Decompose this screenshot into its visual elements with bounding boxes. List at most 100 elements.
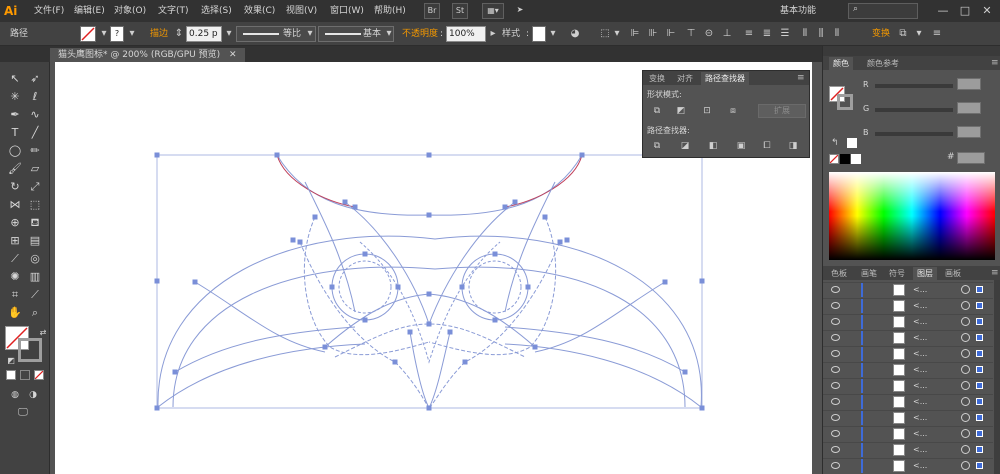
anchor-point[interactable] (274, 152, 280, 158)
align-right-icon[interactable]: ⊩ (664, 27, 678, 41)
tab-align[interactable]: 对齐 (673, 72, 697, 85)
stepper-icon[interactable]: ⇕ (172, 27, 186, 41)
anchor-point[interactable] (322, 344, 328, 350)
draw-behind-icon[interactable]: ◑ (24, 386, 42, 404)
chevron-down-icon[interactable]: ▾ (610, 27, 624, 41)
layer-row[interactable]: <... (823, 410, 993, 425)
target-circle-icon[interactable] (961, 445, 970, 454)
menu-type[interactable]: 文字(T) (158, 4, 189, 18)
screen-mode-icon[interactable]: 🖵 (14, 404, 32, 422)
visibility-eye-icon[interactable] (831, 286, 840, 293)
menu-window[interactable]: 窗口(W) (330, 4, 364, 18)
visibility-eye-icon[interactable] (831, 350, 840, 357)
menu-help[interactable]: 帮助(H) (374, 4, 406, 18)
anchor-point[interactable] (579, 152, 585, 158)
layer-row[interactable]: <... (823, 314, 993, 329)
scale-tool-icon[interactable]: ⤢ (26, 178, 44, 196)
selection-square-icon[interactable] (976, 398, 983, 405)
close-tab-icon[interactable]: ✕ (229, 50, 237, 60)
white-swatch[interactable] (851, 154, 861, 164)
isolate-group-icon[interactable]: ⧉ (896, 27, 910, 41)
eyedropper-tool-icon[interactable]: ⟋ (6, 250, 24, 268)
tab-transform[interactable]: 变换 (645, 72, 669, 85)
visibility-eye-icon[interactable] (831, 446, 840, 453)
chevron-down-icon[interactable]: ▾ (303, 27, 317, 41)
minus-front-icon[interactable]: ◩ (673, 104, 689, 118)
anchor-point[interactable] (502, 204, 508, 210)
web-safe-swatch[interactable] (847, 138, 857, 148)
curvature-tool-icon[interactable]: ∿ (26, 106, 44, 124)
line-tool-icon[interactable]: ╱ (26, 124, 44, 142)
lasso-tool-icon[interactable]: ℓ (26, 88, 44, 106)
free-transform-tool-icon[interactable]: ⬚ (26, 196, 44, 214)
visibility-eye-icon[interactable] (831, 302, 840, 309)
target-circle-icon[interactable] (961, 349, 970, 358)
align-bottom-icon[interactable]: ⊥ (720, 27, 734, 41)
layer-row[interactable]: <... (823, 282, 993, 297)
menu-file[interactable]: 文件(F) (34, 4, 64, 18)
visibility-eye-icon[interactable] (831, 414, 840, 421)
width-tool-icon[interactable]: ⋈ (6, 196, 24, 214)
tab-color[interactable]: 颜色 (829, 57, 853, 70)
anchor-point[interactable] (329, 284, 335, 290)
artboard-tool-icon[interactable]: ⌗ (6, 286, 24, 304)
color-stroke-swatch[interactable] (837, 94, 853, 110)
visibility-eye-icon[interactable] (831, 318, 840, 325)
layer-row[interactable]: <... (823, 458, 993, 473)
layer-row[interactable]: <... (823, 378, 993, 393)
tab-color-guide[interactable]: 颜色参考 (863, 57, 903, 70)
none-mode-icon[interactable] (34, 370, 44, 380)
maximize-button[interactable]: □ (956, 2, 974, 20)
layer-row[interactable]: <... (823, 298, 993, 313)
chevron-down-icon[interactable]: ▾ (97, 27, 111, 41)
visibility-eye-icon[interactable] (831, 398, 840, 405)
visibility-eye-icon[interactable] (831, 430, 840, 437)
direct-selection-tool-icon[interactable]: ➶ (26, 70, 44, 88)
tab-artboards[interactable]: 画板 (941, 267, 965, 280)
distribute-middle-icon[interactable]: ≣ (760, 27, 774, 41)
bridge-button[interactable]: Br (424, 3, 440, 19)
anchor-point[interactable] (426, 321, 432, 327)
channel-g-slider[interactable] (875, 108, 953, 112)
channel-b-slider[interactable] (875, 132, 953, 136)
tab-pathfinder[interactable]: 路径查找器 (701, 72, 749, 85)
selection-tool-icon[interactable]: ↖ (6, 70, 24, 88)
tab-layers[interactable]: 图层 (913, 267, 937, 280)
anchor-point[interactable] (426, 291, 432, 297)
target-circle-icon[interactable] (961, 365, 970, 374)
chevron-right-icon[interactable]: ▸ (486, 27, 500, 41)
anchor-point[interactable] (426, 405, 432, 411)
distribute-right-icon[interactable]: ⫴ (830, 27, 844, 41)
visibility-eye-icon[interactable] (831, 382, 840, 389)
anchor-point[interactable] (407, 329, 413, 335)
channel-r-slider[interactable] (875, 84, 953, 88)
recolor-artwork-icon[interactable]: ◕ (568, 27, 582, 41)
anchor-point[interactable] (447, 329, 453, 335)
anchor-point[interactable] (462, 359, 468, 365)
align-left-icon[interactable]: ⊫ (628, 27, 642, 41)
close-button[interactable]: ✕ (978, 2, 996, 20)
eraser-tool-icon[interactable]: ▱ (26, 160, 44, 178)
anchor-point[interactable] (342, 199, 348, 205)
stroke-weight-input[interactable]: 0.25 p (186, 26, 222, 42)
chevron-down-icon[interactable]: ▾ (912, 27, 926, 41)
layer-row[interactable]: <... (823, 362, 993, 377)
type-tool-icon[interactable]: T (6, 124, 24, 142)
menu-select[interactable]: 选择(S) (201, 4, 232, 18)
arrange-documents-icon[interactable]: ▦▾ (482, 3, 504, 19)
graphic-style-swatch[interactable] (532, 26, 546, 42)
distribute-bottom-icon[interactable]: ☰ (778, 27, 792, 41)
draw-mode-icon[interactable]: ◍ (6, 386, 24, 404)
mesh-tool-icon[interactable]: ⊞ (6, 232, 24, 250)
pen-tool-icon[interactable]: ✒ (6, 106, 24, 124)
anchor-point[interactable] (557, 239, 563, 245)
anchor-point[interactable] (532, 344, 538, 350)
exclude-icon[interactable]: ⧈ (725, 104, 741, 118)
anchor-point[interactable] (297, 239, 303, 245)
anchor-point[interactable] (392, 359, 398, 365)
stroke-swatch[interactable]: ? (110, 26, 124, 42)
opacity-label[interactable]: 不透明度 (402, 27, 438, 41)
shape-builder-tool-icon[interactable]: ⊕ (6, 214, 24, 232)
anchor-point[interactable] (154, 278, 160, 284)
anchor-point[interactable] (699, 278, 705, 284)
